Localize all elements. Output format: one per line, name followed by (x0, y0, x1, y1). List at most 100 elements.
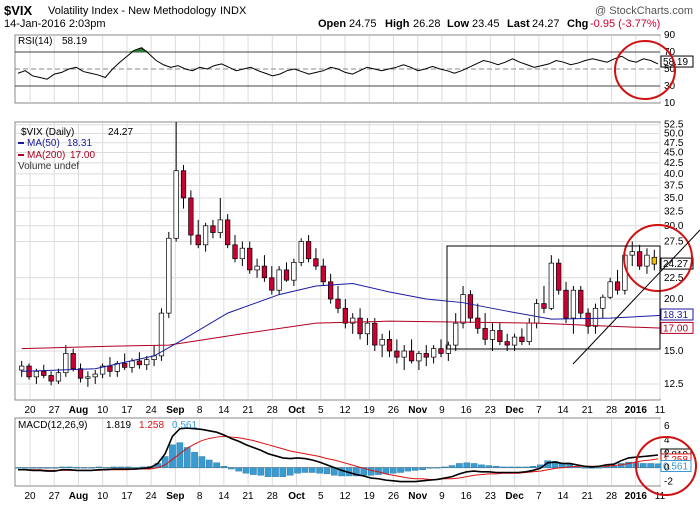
candle-body (129, 360, 135, 368)
macd-histogram-bar (117, 466, 125, 468)
date-label: 14-Jan-2016 2:03pm (4, 18, 106, 30)
candle-body (217, 219, 223, 233)
x-tick-label-bottom: Nov (408, 491, 427, 502)
candle-body (526, 322, 532, 342)
candle-body (401, 350, 407, 358)
candle-body (77, 368, 84, 379)
macd-histogram-bar (441, 466, 448, 468)
candle-body (357, 317, 363, 335)
high-label: High (385, 18, 410, 30)
x-tick-label: Oct (288, 405, 305, 416)
price-y-tick: 32.5 (664, 206, 684, 217)
macd-histogram-bar (220, 466, 228, 468)
x-tick-label-bottom: 14 (558, 491, 570, 502)
rsi-y-tick: 90 (664, 30, 676, 41)
candle-body (423, 353, 429, 358)
macd-histogram-bar (44, 467, 51, 469)
candle-body (379, 338, 385, 346)
candle-body (92, 373, 98, 378)
candle-body (467, 294, 474, 319)
candle-body (600, 296, 606, 309)
x-tick-label: 8 (197, 405, 203, 416)
candle-body (364, 322, 371, 335)
x-tick-label-bottom: Dec (505, 491, 524, 502)
price-y-tick: 27.5 (664, 237, 684, 248)
x-tick-label: 14 (558, 405, 570, 416)
macd-histogram-bar (316, 467, 323, 474)
x-tick-label: 24 (146, 405, 158, 416)
macd-histogram-bar (51, 467, 59, 469)
macd-histogram-bar (29, 467, 37, 469)
macd-histogram-bar (595, 467, 603, 469)
macd-histogram-bar (397, 467, 404, 473)
x-tick-label: 19 (364, 405, 376, 416)
macd-histogram-bar (95, 466, 103, 468)
candle-body (247, 247, 253, 271)
macd-value: 1.819 (106, 420, 131, 431)
macd-histogram-bar (228, 467, 235, 470)
candle-body (48, 375, 54, 382)
x-tick-label: 5 (318, 405, 324, 416)
x-tick-label-bottom: 19 (364, 491, 376, 502)
candle-body (504, 341, 510, 346)
candle-body (291, 262, 297, 281)
candle-body (313, 258, 319, 267)
candle-body (460, 294, 466, 324)
candle-body (269, 277, 275, 291)
candle-body (408, 350, 415, 362)
candle-body (188, 197, 194, 236)
x-tick-label-bottom: 28 (606, 491, 618, 502)
candle-body (254, 265, 260, 271)
candle-body (489, 330, 496, 340)
x-tick-label: 21 (243, 405, 255, 416)
price-y-tick: 35.0 (664, 193, 684, 204)
price-last-value: 24.27 (108, 127, 133, 138)
x-tick-label-bottom: 8 (197, 491, 203, 502)
macd-histogram-bar (257, 467, 265, 476)
candle-body (232, 244, 238, 260)
signal-value: 1.258 (139, 420, 164, 431)
macd-histogram-bar (404, 467, 412, 472)
macd-histogram-bar (529, 466, 537, 468)
macd-histogram-bar (301, 467, 309, 473)
candle-body (85, 376, 91, 379)
x-tick-label: 17 (121, 405, 133, 416)
macd-histogram-bar (14, 467, 22, 469)
macd-histogram-bar (73, 467, 81, 469)
macd-histogram-bar (80, 467, 88, 469)
ma50-value: 18.31 (67, 138, 92, 149)
candle-body (144, 359, 150, 366)
macd-histogram-bar (367, 467, 375, 476)
macd-histogram-bar (250, 467, 257, 475)
candle-body (585, 312, 591, 327)
candle-body (563, 289, 569, 319)
candle-body (519, 336, 525, 342)
price-y-tick: 40.0 (664, 169, 684, 180)
macd-histogram-bar (58, 466, 66, 468)
macd-histogram-bar (463, 462, 471, 468)
macd-histogram-bar (478, 464, 485, 468)
candle-body (651, 256, 657, 265)
candle-body (541, 303, 547, 309)
x-tick-label-bottom: Oct (288, 491, 305, 502)
candle-body (70, 353, 76, 370)
stock-chart: $VIX Volatility Index - New Methodology … (4, 3, 700, 502)
price-y-tick: 42.5 (664, 158, 684, 169)
ma200-tag-label: 17.00 (663, 323, 688, 334)
macd-y-tick: 2 (664, 449, 670, 460)
macd-histogram-bar (264, 467, 272, 477)
x-tick-label-bottom: 26 (388, 491, 400, 502)
x-tick-label-bottom: 27 (49, 491, 61, 502)
x-tick-label-bottom: 28 (267, 491, 279, 502)
open-value: 24.75 (349, 18, 377, 30)
x-tick-label-bottom: 10 (97, 491, 109, 502)
macd-histogram-bar (411, 467, 419, 471)
macd-histogram-bar (456, 463, 463, 468)
candle-body (614, 281, 621, 291)
x-tick-label-bottom: 21 (243, 491, 255, 502)
macd-y-tick: 0 (664, 463, 670, 474)
macd-y-tick: 6 (664, 421, 670, 432)
macd-histogram-bar (294, 467, 301, 474)
x-tick-label: 16 (461, 405, 473, 416)
x-tick-label-bottom: 24 (146, 491, 158, 502)
